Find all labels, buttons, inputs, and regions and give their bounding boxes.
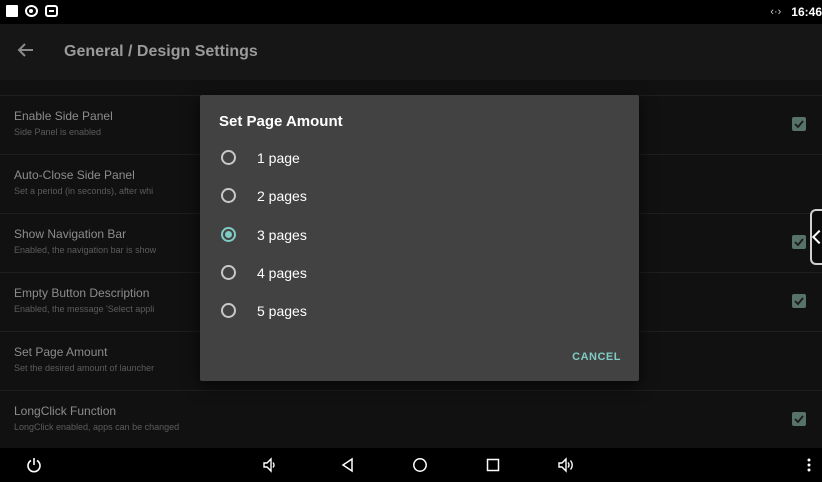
setting-title: LongClick Function bbox=[14, 404, 117, 418]
dialog-title: Set Page Amount bbox=[219, 113, 343, 130]
partial-row bbox=[0, 80, 822, 84]
check-icon bbox=[794, 415, 804, 424]
option-2-pages[interactable]: 2 pages bbox=[200, 177, 639, 215]
cancel-button[interactable]: CANCEL bbox=[572, 351, 621, 363]
option-1-page[interactable]: 1 page bbox=[200, 139, 639, 177]
setting-subtitle: Enabled, the message 'Select appli bbox=[14, 304, 155, 314]
radio-button[interactable] bbox=[221, 188, 236, 203]
option-label: 3 pages bbox=[257, 227, 307, 243]
setting-title: Enable Side Panel bbox=[14, 109, 113, 123]
radio-button[interactable] bbox=[221, 265, 236, 280]
option-4-pages[interactable]: 4 pages bbox=[200, 254, 639, 292]
setting-subtitle: Enabled, the navigation bar is show bbox=[14, 245, 157, 255]
radio-button[interactable] bbox=[221, 303, 236, 318]
volume-down-icon[interactable] bbox=[258, 448, 282, 482]
setting-title: Auto-Close Side Panel bbox=[14, 168, 135, 182]
check-icon bbox=[794, 120, 804, 129]
app-bar: General / Design Settings bbox=[0, 24, 822, 80]
more-icon[interactable] bbox=[800, 448, 818, 482]
setting-subtitle: Set the desired amount of launcher bbox=[14, 363, 155, 373]
setting-row-longclick-function[interactable]: LongClick Function LongClick enabled, ap… bbox=[0, 390, 822, 448]
power-icon[interactable] bbox=[22, 448, 46, 482]
recents-icon[interactable] bbox=[481, 448, 505, 482]
volume-up-icon[interactable] bbox=[554, 448, 580, 482]
checkbox-empty-button-description[interactable] bbox=[792, 294, 806, 308]
radio-button-selected[interactable] bbox=[221, 227, 236, 242]
status-bar: ‹·› 16:46 bbox=[0, 0, 822, 24]
page-title: General / Design Settings bbox=[64, 43, 258, 60]
set-page-amount-dialog: Set Page Amount 1 page 2 pages 3 pages 4… bbox=[200, 95, 639, 381]
clock: 16:46 bbox=[791, 5, 822, 19]
navigation-bar bbox=[0, 448, 822, 482]
side-panel-handle[interactable] bbox=[810, 209, 822, 265]
setting-title: Set Page Amount bbox=[14, 345, 108, 359]
network-icon: ‹·› bbox=[770, 6, 782, 18]
radio-button[interactable] bbox=[221, 150, 236, 165]
checkbox-show-navigation-bar[interactable] bbox=[792, 235, 806, 249]
status-right: ‹·› 16:46 bbox=[770, 5, 822, 19]
back-icon[interactable] bbox=[336, 448, 360, 482]
setting-subtitle: Side Panel is enabled bbox=[14, 127, 102, 137]
notification-square-icon bbox=[6, 5, 18, 17]
eye-icon bbox=[25, 5, 38, 17]
app-notification-icon bbox=[45, 5, 58, 17]
option-5-pages[interactable]: 5 pages bbox=[200, 292, 639, 330]
setting-title: Show Navigation Bar bbox=[14, 227, 127, 241]
option-label: 1 page bbox=[257, 150, 300, 166]
setting-subtitle: LongClick enabled, apps can be changed bbox=[14, 422, 180, 432]
option-label: 4 pages bbox=[257, 265, 307, 281]
notification-icons bbox=[6, 5, 58, 17]
checkbox-enable-side-panel[interactable] bbox=[792, 117, 806, 131]
checkbox-longclick-function[interactable] bbox=[792, 412, 806, 426]
back-arrow-icon[interactable] bbox=[16, 40, 36, 60]
setting-title: Empty Button Description bbox=[14, 286, 150, 300]
check-icon bbox=[794, 297, 804, 306]
option-label: 2 pages bbox=[257, 188, 307, 204]
home-icon[interactable] bbox=[408, 448, 432, 482]
check-icon bbox=[794, 238, 804, 247]
option-label: 5 pages bbox=[257, 303, 307, 319]
option-3-pages[interactable]: 3 pages bbox=[200, 216, 639, 254]
setting-subtitle: Set a period (in seconds), after whi bbox=[14, 186, 154, 196]
